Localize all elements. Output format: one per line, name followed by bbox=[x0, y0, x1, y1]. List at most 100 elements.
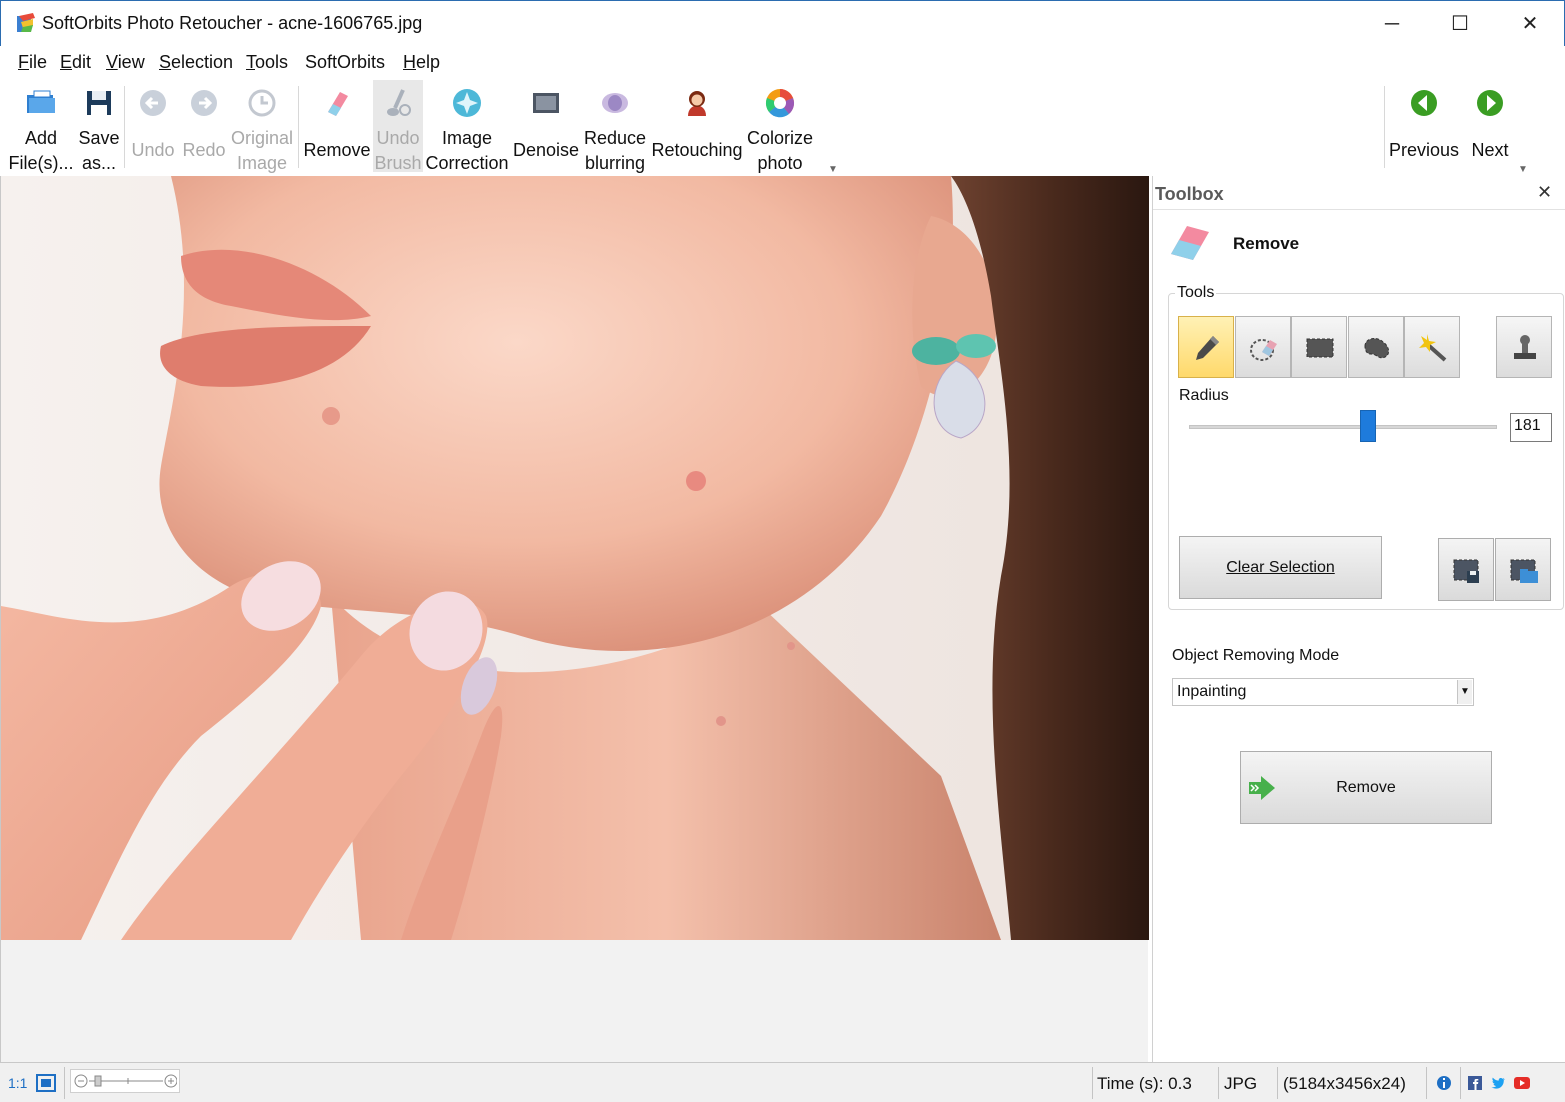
next-button[interactable]: Next bbox=[1462, 80, 1518, 172]
denoise-button[interactable]: Denoise bbox=[512, 80, 580, 172]
menu-bar: File Edit View Selection Tools SoftOrbit… bbox=[0, 46, 1565, 80]
ribbon-separator bbox=[1384, 86, 1385, 168]
load-selection-icon bbox=[1510, 559, 1538, 583]
app-logo-icon bbox=[17, 13, 35, 32]
fit-to-window-icon[interactable] bbox=[36, 1074, 56, 1092]
image-correction-button[interactable]: Image Correction bbox=[424, 80, 510, 173]
lasso-select-button[interactable] bbox=[1348, 316, 1404, 378]
actual-size-button[interactable]: 1:1 bbox=[8, 1075, 27, 1091]
tools-group-label: Tools bbox=[1175, 284, 1217, 302]
menu-tools[interactable]: Tools bbox=[246, 52, 288, 73]
processing-time: Time (s): 0.3 bbox=[1097, 1074, 1192, 1093]
clear-selection-label: Clear Selection bbox=[1226, 559, 1335, 576]
zoom-slider[interactable] bbox=[70, 1069, 180, 1093]
menu-help[interactable]: Help bbox=[403, 52, 440, 73]
ribbon-separator bbox=[298, 86, 299, 168]
chevron-down-icon[interactable]: ▼ bbox=[1457, 680, 1472, 704]
save-icon bbox=[87, 91, 111, 115]
menu-softorbits[interactable]: SoftOrbits bbox=[305, 52, 385, 73]
lasso-icon bbox=[1364, 338, 1390, 359]
info-icon[interactable] bbox=[1436, 1075, 1452, 1091]
rectangle-select-icon bbox=[1306, 338, 1334, 358]
magic-wand-button[interactable] bbox=[1404, 316, 1460, 378]
maximize-button[interactable]: ☐ bbox=[1437, 9, 1483, 39]
zoom-slider-icon bbox=[74, 1074, 177, 1088]
eraser-tool-button[interactable] bbox=[1235, 316, 1291, 378]
blur-orb-icon bbox=[602, 93, 628, 113]
eraser-icon bbox=[328, 92, 348, 116]
status-separator bbox=[64, 1067, 65, 1099]
arrow-right-icon bbox=[1477, 90, 1503, 116]
radius-value-field[interactable]: 181 bbox=[1510, 413, 1552, 442]
pencil-tool-button[interactable] bbox=[1178, 316, 1234, 378]
menu-selection[interactable]: Selection bbox=[159, 52, 233, 73]
ribbon-separator bbox=[124, 86, 125, 168]
twitter-icon[interactable] bbox=[1490, 1075, 1506, 1091]
stamp-icon bbox=[1514, 335, 1536, 359]
facebook-icon[interactable] bbox=[1467, 1075, 1483, 1091]
removing-mode-label: Object Removing Mode bbox=[1172, 647, 1340, 664]
radius-label: Radius bbox=[1179, 387, 1229, 404]
colorize-photo-button[interactable]: Colorize photo bbox=[746, 80, 814, 173]
sparkle-circle-icon bbox=[453, 89, 481, 117]
retouching-button[interactable]: Retouching bbox=[650, 80, 744, 172]
noise-square-icon bbox=[533, 93, 559, 113]
title-bar: SoftOrbits Photo Retoucher - acne-160676… bbox=[0, 0, 1565, 46]
undo-arrow-icon bbox=[140, 90, 166, 116]
image-dimensions: (5184x3456x24) bbox=[1283, 1074, 1406, 1093]
menu-file[interactable]: File bbox=[18, 52, 47, 73]
status-separator bbox=[1460, 1067, 1461, 1099]
remove-action-button[interactable]: Remove bbox=[1240, 751, 1492, 824]
stamp-tool-button[interactable] bbox=[1496, 316, 1552, 378]
minimize-button[interactable]: ─ bbox=[1369, 9, 1415, 39]
toolbox-title: Toolbox bbox=[1155, 184, 1224, 204]
arrow-left-icon bbox=[1411, 90, 1437, 116]
undo-button[interactable]: Undo bbox=[128, 80, 178, 172]
toolbox-header: Toolbox ✕ bbox=[1153, 176, 1565, 210]
toolbox-panel: Toolbox ✕ Remove Tools Radius 181 Clear … bbox=[1152, 176, 1565, 1062]
woman-portrait-icon bbox=[688, 91, 706, 116]
ribbon-overflow-arrow-right[interactable]: ▼ bbox=[1518, 164, 1528, 175]
eraser-icon bbox=[1171, 226, 1209, 260]
original-image-button[interactable]: Original Image bbox=[230, 80, 294, 173]
save-as-button[interactable]: Save as... bbox=[76, 80, 122, 173]
save-selection-icon bbox=[1453, 559, 1479, 583]
removing-mode-select[interactable]: Inpainting ▼ bbox=[1172, 678, 1474, 706]
rectangle-select-button[interactable] bbox=[1291, 316, 1347, 378]
status-separator bbox=[1218, 1067, 1219, 1099]
add-files-button[interactable]: Add File(s)... bbox=[8, 80, 74, 173]
status-separator bbox=[1092, 1067, 1093, 1099]
clear-selection-button[interactable]: Clear Selection bbox=[1179, 536, 1382, 599]
menu-edit[interactable]: Edit bbox=[60, 52, 91, 73]
radius-slider-thumb[interactable] bbox=[1359, 410, 1376, 442]
youtube-icon[interactable] bbox=[1513, 1075, 1531, 1091]
photo-canvas[interactable] bbox=[1, 176, 1149, 940]
status-separator bbox=[1426, 1067, 1427, 1099]
toolbox-close-icon[interactable]: ✕ bbox=[1537, 182, 1552, 203]
color-wheel-icon bbox=[765, 89, 795, 118]
green-arrow-icon bbox=[1249, 776, 1275, 800]
load-selection-button[interactable] bbox=[1495, 538, 1551, 601]
image-canvas-area[interactable] bbox=[0, 176, 1149, 1062]
save-selection-button[interactable] bbox=[1438, 538, 1494, 601]
reduce-blurring-button[interactable]: Reduce blurring bbox=[582, 80, 648, 173]
undo-brush-button[interactable]: Undo Brush bbox=[373, 80, 423, 173]
redo-button[interactable]: Redo bbox=[180, 80, 228, 172]
folder-open-icon bbox=[27, 90, 55, 113]
radius-slider-track[interactable] bbox=[1189, 425, 1497, 429]
ribbon-overflow-arrow[interactable]: ▼ bbox=[828, 164, 838, 175]
image-format: JPG bbox=[1224, 1074, 1258, 1093]
toolbox-section-title: Remove bbox=[1233, 234, 1300, 253]
clock-icon bbox=[248, 89, 276, 117]
window-title: SoftOrbits Photo Retoucher - acne-160676… bbox=[42, 13, 423, 33]
menu-view[interactable]: View bbox=[106, 52, 145, 73]
remove-action-label: Remove bbox=[1336, 779, 1396, 796]
removing-mode-value: Inpainting bbox=[1177, 683, 1247, 700]
previous-button[interactable]: Previous bbox=[1388, 80, 1460, 172]
remove-tool-button[interactable]: Remove bbox=[303, 80, 371, 172]
brush-undo-icon bbox=[387, 89, 411, 116]
status-bar: 1:1 Time (s): 0.3 JPG (5184x3456x24) bbox=[0, 1062, 1565, 1102]
magic-wand-icon bbox=[1419, 334, 1447, 362]
close-button[interactable]: ✕ bbox=[1507, 9, 1553, 39]
ribbon-toolbar: Add File(s)... Save as... Undo Redo Origin… bbox=[0, 80, 1565, 176]
